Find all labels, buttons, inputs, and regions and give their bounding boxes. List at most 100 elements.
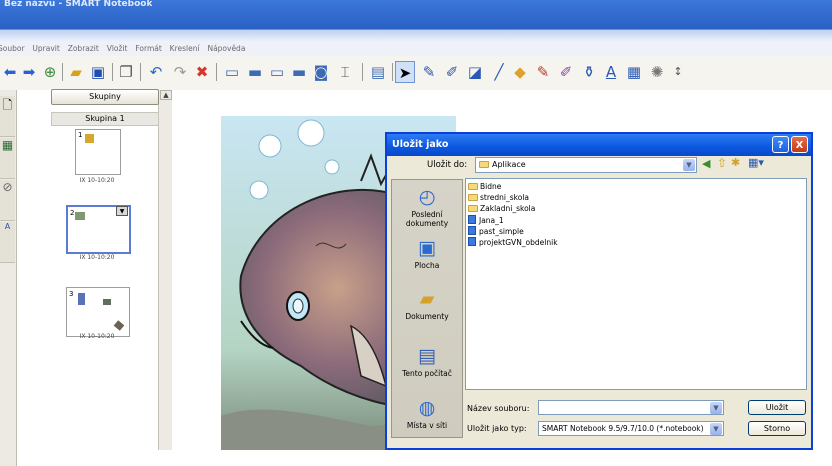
thumbnail-image (85, 134, 94, 143)
look-in-dropdown[interactable]: Aplikace ▼ (475, 157, 697, 173)
page-thumbnail-1[interactable]: 1 (75, 129, 121, 175)
properties-tab-icon[interactable]: A (0, 222, 15, 263)
open-folder-icon[interactable]: ▰ (66, 61, 86, 83)
page-timestamp: IX 10-10:20 (79, 254, 115, 261)
redo-icon[interactable]: ↷ (170, 61, 190, 83)
place-documents[interactable]: ▰ Dokumenty (392, 288, 462, 321)
toolbar-more-icon[interactable]: ✺ (647, 61, 667, 83)
thumbnail-image (103, 299, 111, 305)
file-list[interactable]: Bidne stredni_skola Zakladni_skola Jana_… (465, 178, 807, 390)
list-item[interactable]: projektGVN_obdelnik (468, 237, 558, 247)
file-name: Bidne (480, 182, 502, 191)
new-folder-icon[interactable]: ✱ (731, 156, 740, 169)
eraser-icon[interactable]: ◪ (465, 61, 485, 83)
pen-icon[interactable]: ✎ (419, 61, 439, 83)
desktop-icon: ▣ (418, 237, 436, 259)
shape-recognition-icon[interactable]: ✐ (556, 61, 576, 83)
application-title-bar: Bez názvu - SMART Notebook (0, 0, 832, 42)
recent-documents-icon: ◴ (418, 186, 436, 208)
shapes-icon[interactable]: ◆ (510, 61, 530, 83)
thumbnail-image (113, 320, 125, 331)
notebook-file-icon (468, 215, 476, 224)
display-icon[interactable]: ▬ (289, 61, 309, 83)
fill-icon[interactable]: ⚱ (579, 61, 599, 83)
text-icon[interactable]: A (601, 61, 621, 83)
attachments-tab-icon[interactable]: ⊘ (0, 180, 15, 221)
page-number: 2 (70, 209, 75, 217)
save-as-dialog: Uložit jako ? X Uložit do: Aplikace ▼ ◀ … (385, 132, 813, 450)
save-disk-icon[interactable]: ▣ (88, 61, 108, 83)
my-documents-icon: ▰ (419, 288, 435, 310)
page-thumbnail-3[interactable]: 3 (66, 287, 130, 337)
properties-icon[interactable]: ▦ (624, 61, 644, 83)
menu-edit[interactable]: Upravit (32, 42, 59, 56)
table-icon[interactable]: ▤ (368, 61, 388, 83)
chevron-down-icon[interactable]: ▼ (710, 402, 722, 414)
filename-label: Název souboru: (467, 404, 530, 413)
place-network[interactable]: ◍ Místa v síti (392, 397, 462, 430)
chevron-down-icon[interactable]: ▼ (710, 423, 722, 435)
page-sorter-scrollbar[interactable]: ▲ (158, 90, 173, 450)
menu-format[interactable]: Formát (135, 42, 161, 56)
list-item[interactable]: past_simple (468, 226, 524, 236)
back-arrow-icon[interactable]: ⬅ (0, 61, 20, 83)
line-icon[interactable]: ╱ (489, 61, 509, 83)
capture-icon[interactable]: ◙ (311, 61, 331, 83)
look-in-label: Uložit do: (427, 160, 468, 170)
back-icon[interactable]: ◀ (702, 157, 710, 170)
page-timestamp: IX 10-10:20 (79, 177, 115, 184)
filetype-dropdown[interactable]: SMART Notebook 9.5/9.7/10.0 (*.notebook)… (538, 421, 724, 436)
place-desktop[interactable]: ▣ Plocha (392, 237, 462, 270)
help-button[interactable]: ? (772, 136, 789, 153)
move-toolbar-icon[interactable]: ↕ (668, 61, 688, 83)
menu-draw[interactable]: Kreslení (170, 42, 200, 56)
forward-arrow-icon[interactable]: ➡ (19, 61, 39, 83)
full-screen-icon[interactable]: ▬ (245, 61, 265, 83)
page-menu-dropdown-icon[interactable]: ▼ (116, 206, 128, 216)
file-name: Jana_1 (479, 216, 504, 225)
page-timestamp: IX 10-10:20 (79, 333, 115, 340)
chevron-down-icon[interactable]: ▼ (683, 159, 695, 171)
folder-icon (479, 161, 489, 168)
scroll-up-icon[interactable]: ▲ (160, 90, 172, 100)
place-label: Tento počítač (402, 369, 452, 378)
list-item[interactable]: Zakladni_skola (468, 204, 535, 214)
menu-help[interactable]: Nápověda (207, 42, 245, 56)
menu-view[interactable]: Zobrazit (68, 42, 99, 56)
place-my-computer[interactable]: ▤ Tento počítač (392, 345, 462, 378)
my-computer-icon: ▤ (418, 345, 436, 367)
delete-icon[interactable]: ✖ (192, 61, 212, 83)
add-page-icon[interactable]: ⊕ (40, 61, 60, 83)
file-name: Zakladni_skola (480, 204, 536, 213)
filename-input[interactable]: ▼ (538, 400, 724, 415)
place-recent[interactable]: ◴ Poslední dokumenty (392, 186, 462, 228)
transparent-background-icon[interactable]: ▭ (267, 61, 287, 83)
select-pointer-icon[interactable]: ➤ (395, 61, 415, 83)
document-camera-icon[interactable]: ⌶ (335, 61, 355, 83)
magic-pen-icon[interactable]: ✎ (533, 61, 553, 83)
dialog-title-bar[interactable]: Uložit jako ? X (387, 134, 811, 156)
list-item[interactable]: Jana_1 (468, 215, 504, 225)
view-menu-icon[interactable]: ▦▾ (748, 156, 764, 169)
undo-icon[interactable]: ↶ (146, 61, 166, 83)
folder-icon (468, 183, 478, 190)
close-button[interactable]: X (791, 136, 808, 153)
menu-insert[interactable]: Vložit (107, 42, 128, 56)
gallery-tab-icon[interactable]: ▦ (0, 138, 15, 179)
creative-pen-icon[interactable]: ✐ (442, 61, 462, 83)
menu-file[interactable]: Soubor (0, 42, 25, 56)
groups-button[interactable]: Skupiny (51, 89, 159, 105)
list-item[interactable]: Bidne (468, 182, 501, 192)
paste-icon[interactable]: ❐ (116, 61, 136, 83)
dialog-title: Uložit jako (392, 139, 449, 150)
list-item[interactable]: stredni_skola (468, 193, 529, 203)
page-number: 1 (78, 131, 83, 139)
screen-shade-icon[interactable]: ▭ (222, 61, 242, 83)
page-sorter-tab-icon[interactable]: 🗋 (0, 96, 15, 137)
cancel-button[interactable]: Storno (748, 421, 806, 436)
folder-icon (468, 205, 478, 212)
page-thumbnail-2[interactable]: 2 ▼ (66, 205, 131, 254)
save-button[interactable]: Uložit (748, 400, 806, 415)
group-header[interactable]: Skupina 1 (51, 112, 159, 126)
up-one-level-icon[interactable]: ⇧ (717, 156, 727, 170)
